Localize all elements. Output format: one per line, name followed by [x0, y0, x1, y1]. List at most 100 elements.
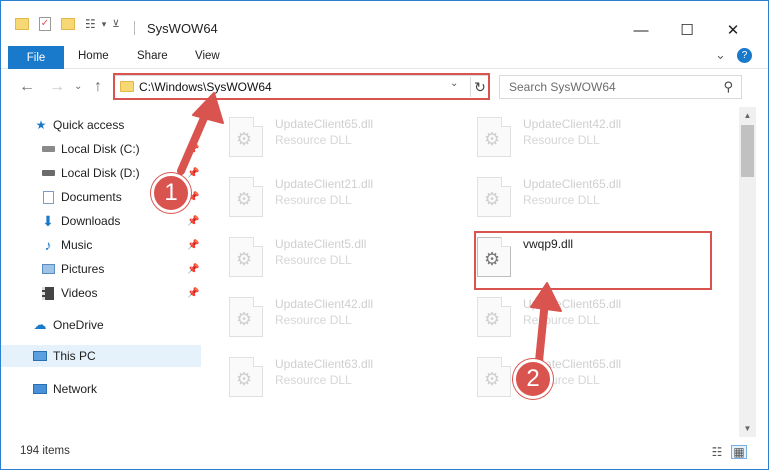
ribbon-tabs: File Home Share View ⌄ ? — [1, 45, 768, 69]
file-type: Resource DLL — [523, 313, 600, 327]
dll-file-icon: ⚙ — [229, 117, 263, 157]
star-icon: ★ — [35, 118, 47, 132]
file-tile[interactable]: ⚙ UpdateClient5.dll Resource DLL — [229, 233, 459, 283]
drive-icon — [41, 166, 55, 180]
back-arrow-icon[interactable]: ← — [19, 78, 35, 96]
item-count: 194 items — [20, 445, 70, 457]
sidebar-item-onedrive[interactable]: ☁ OneDrive — [1, 314, 201, 336]
title-divider — [134, 21, 135, 35]
customize-toolbar-icon[interactable]: ⊻ — [112, 19, 119, 30]
forward-arrow-icon[interactable]: → — [49, 78, 65, 96]
documents-icon — [41, 190, 55, 204]
sidebar-item-label: Music — [61, 238, 93, 252]
sidebar-item-network[interactable]: Network — [1, 378, 201, 400]
file-tile[interactable]: ⚙ UpdateClient21.dll Resource DLL — [229, 173, 459, 223]
vertical-scrollbar[interactable]: ▲ ▼ — [739, 107, 756, 437]
tab-home[interactable]: Home — [78, 50, 109, 62]
sidebar-item-label: Network — [53, 382, 98, 396]
sidebar-item-label: This PC — [53, 349, 96, 363]
minimize-button[interactable]: — — [618, 15, 664, 45]
sidebar-item-label: Pictures — [61, 262, 105, 276]
large-icons-view-icon[interactable]: ▦ — [731, 445, 747, 459]
search-icon[interactable]: ⚲ — [723, 79, 733, 95]
file-name: UpdateClient42.dll — [275, 297, 374, 311]
window-title: SysWOW64 — [147, 21, 218, 36]
file-tile[interactable]: ⚙ UpdateClient42.dll Resource DLL — [477, 113, 707, 163]
sidebar-item-label: Videos — [61, 286, 98, 300]
step-1-badge: 1 — [151, 173, 191, 213]
pin-icon[interactable]: 📌 — [187, 288, 199, 299]
search-input[interactable]: Search SysWOW64 ⚲ — [499, 75, 742, 99]
file-tile[interactable]: ⚙ UpdateClient65.dll Resource DLL — [477, 293, 707, 343]
dll-file-icon: ⚙ — [477, 177, 511, 217]
recent-locations-icon[interactable]: ⌄ — [74, 81, 82, 92]
sidebar-item-label: Local Disk (D:) — [61, 166, 140, 180]
drive-icon — [41, 142, 55, 156]
explorer-window: ✓ ☷ ▾ ⊻ SysWOW64 — ☐ ✕ File Home Share V… — [0, 0, 769, 470]
sidebar-item-downloads[interactable]: ⬇ Downloads 📌 — [1, 210, 201, 232]
videos-icon — [41, 286, 55, 300]
dll-file-icon: ⚙ — [229, 237, 263, 277]
scroll-up-icon[interactable]: ▲ — [739, 107, 756, 124]
sidebar-item-local-disk-c[interactable]: Local Disk (C:) 📌 — [1, 138, 201, 160]
dll-file-icon: ⚙ — [477, 357, 511, 397]
scroll-thumb[interactable] — [741, 125, 754, 177]
details-view-icon[interactable]: ☷ — [709, 445, 725, 459]
file-tile[interactable]: ⚙ UpdateClient65.dll Resource DLL — [229, 113, 459, 163]
file-name: UpdateClient21.dll — [275, 177, 374, 191]
sidebar-item-label: Downloads — [61, 214, 121, 228]
sidebar-item-quick-access[interactable]: ★ Quick access — [1, 114, 201, 136]
sidebar-item-this-pc[interactable]: This PC — [1, 345, 201, 367]
download-icon: ⬇ — [42, 212, 54, 229]
computer-icon — [33, 349, 47, 363]
pin-icon[interactable]: 📌 — [187, 216, 199, 227]
ribbon-collapse-icon[interactable]: ⌄ — [715, 47, 726, 63]
file-type: Resource DLL — [275, 253, 352, 267]
sidebar-item-label: Quick access — [53, 118, 125, 132]
tab-file[interactable]: File — [8, 46, 64, 69]
file-tile[interactable]: ⚙ UpdateClient65.dll Resource DLL — [477, 173, 707, 223]
file-tile[interactable]: ⚙ UpdateClient42.dll Resource DLL — [229, 293, 459, 343]
help-icon[interactable]: ? — [737, 48, 752, 63]
dll-file-icon: ⚙ — [229, 177, 263, 217]
pin-icon[interactable]: 📌 — [187, 240, 199, 251]
tab-view[interactable]: View — [195, 50, 220, 62]
file-type: Resource DLL — [275, 373, 352, 387]
up-arrow-icon[interactable]: ↑ — [94, 78, 102, 96]
dll-file-icon: ⚙ — [477, 117, 511, 157]
new-folder-icon[interactable] — [61, 18, 75, 30]
search-placeholder: Search SysWOW64 — [509, 80, 616, 94]
file-tile[interactable]: ⚙ UpdateClient63.dll Resource DLL — [229, 353, 459, 403]
pin-icon[interactable]: 📌 — [187, 168, 199, 179]
title-bar: ✓ ☷ ▾ ⊻ SysWOW64 — ☐ ✕ — [1, 1, 768, 45]
dll-file-icon: ⚙ — [477, 297, 511, 337]
view-options-icon[interactable]: ☷ — [85, 17, 96, 31]
pin-icon[interactable]: 📌 — [187, 264, 199, 275]
dll-file-icon: ⚙ — [229, 357, 263, 397]
file-type: Resource DLL — [523, 133, 600, 147]
file-name: UpdateClient63.dll — [275, 357, 374, 371]
file-tile[interactable]: ⚙ UpdateClient65.dll Resource DLL — [477, 353, 707, 403]
dll-file-icon: ⚙ — [229, 297, 263, 337]
file-name: UpdateClient42.dll — [523, 117, 622, 131]
sidebar-item-music[interactable]: ♪ Music 📌 — [1, 234, 201, 256]
pin-icon[interactable]: 📌 — [187, 144, 199, 155]
sidebar-item-videos[interactable]: Videos 📌 — [1, 282, 201, 304]
sidebar-item-pictures[interactable]: Pictures 📌 — [1, 258, 201, 280]
file-name: UpdateClient65.dll — [275, 117, 374, 131]
close-button[interactable]: ✕ — [710, 15, 756, 45]
step-2-badge: 2 — [513, 359, 553, 399]
quick-access-toolbar: ✓ ☷ ▾ ⊻ — [15, 15, 120, 33]
properties-icon[interactable]: ✓ — [39, 17, 51, 31]
maximize-button[interactable]: ☐ — [664, 15, 710, 45]
tab-share[interactable]: Share — [137, 50, 168, 62]
file-name: UpdateClient65.dll — [523, 177, 622, 191]
sidebar-item-label: OneDrive — [53, 318, 104, 332]
file-name: UpdateClient65.dll — [523, 297, 622, 311]
scroll-down-icon[interactable]: ▼ — [739, 420, 756, 437]
file-type: Resource DLL — [523, 193, 600, 207]
folder-icon — [15, 18, 29, 30]
file-highlight — [474, 231, 712, 290]
chevron-down-icon[interactable]: ▾ — [102, 19, 107, 30]
pictures-icon — [41, 262, 55, 276]
